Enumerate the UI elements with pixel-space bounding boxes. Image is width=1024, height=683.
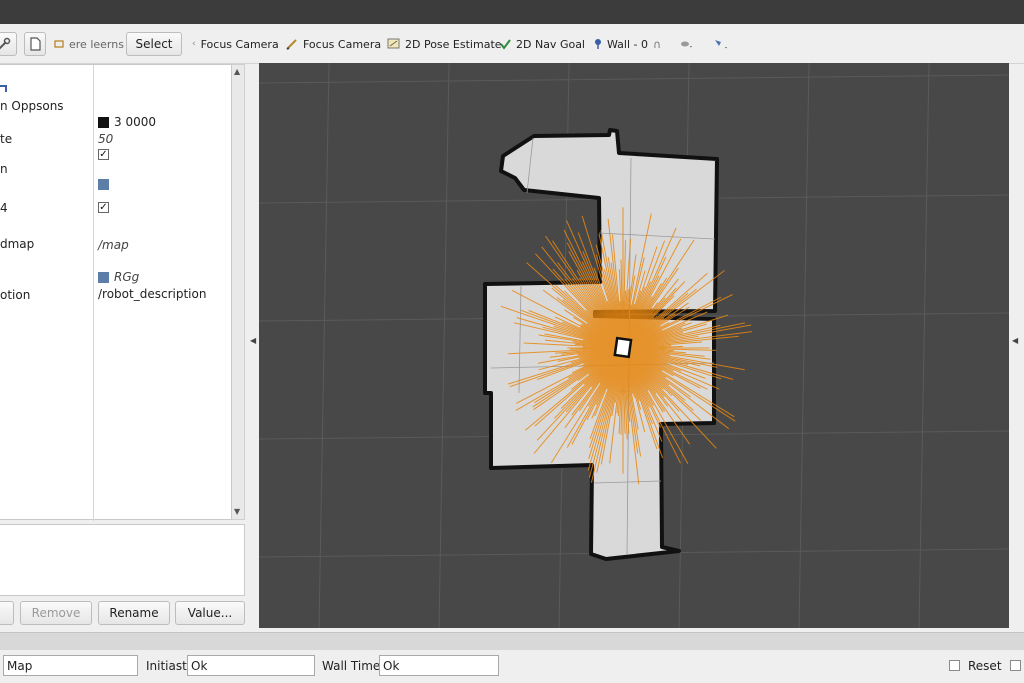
focus-camera-label-1: Focus Camera: [200, 37, 279, 51]
property-name-2: te: [0, 132, 13, 146]
property-tree: n Oppsons 3 0000 te 50 n ✓ 4 ✓ dmap /map…: [0, 64, 232, 521]
focus-camera-tool-2[interactable]: Focus Camera: [286, 32, 381, 56]
reset-button[interactable]: Reset: [968, 659, 1002, 673]
nav-goal-label: 2D Nav Goal: [516, 37, 585, 51]
property-name-5: 4: [0, 201, 8, 215]
tool-dropdown-2[interactable]: [713, 32, 729, 56]
nav-goal-icon: [500, 38, 511, 50]
property-value-color[interactable]: 3 0000: [98, 115, 156, 129]
render-viewport[interactable]: [259, 63, 1009, 628]
color-swatch: [98, 116, 109, 128]
wall-time-field[interactable]: Ok: [379, 655, 499, 676]
extra-checkbox[interactable]: [1010, 660, 1021, 671]
displays-panel: n Oppsons 3 0000 te 50 n ✓ 4 ✓ dmap /map…: [0, 64, 250, 630]
arc-icon: ∩: [653, 37, 662, 51]
property-value-color-2[interactable]: [98, 179, 109, 190]
interact-icon: [54, 40, 64, 48]
property-value-6[interactable]: /map: [98, 238, 129, 252]
document-tool[interactable]: [24, 32, 46, 56]
wrench-icon: [0, 37, 11, 50]
shape-icon: [715, 40, 727, 49]
property-value-2[interactable]: 50: [98, 132, 113, 146]
property-scrollbar[interactable]: ▲ ▼: [232, 64, 245, 520]
scroll-down-icon[interactable]: ▼: [234, 507, 240, 516]
description-box: [0, 524, 245, 596]
move-camera-tool[interactable]: [0, 32, 17, 56]
property-name-3: n: [0, 162, 8, 176]
checkbox-checked[interactable]: ✓: [98, 149, 109, 160]
experimental-checkbox[interactable]: [949, 660, 960, 671]
document-icon: [30, 37, 41, 51]
tree-branch-icon: [0, 85, 7, 92]
chevron-left-icon: ‹: [192, 39, 196, 49]
property-value-7[interactable]: RGg: [98, 270, 139, 284]
pose-estimate-label: 2D Pose Estimate: [405, 37, 502, 51]
select-label: Select: [135, 37, 173, 51]
scroll-up-icon[interactable]: ▲: [234, 67, 240, 76]
initiast-field[interactable]: Ok: [187, 655, 315, 676]
pencil-icon: [286, 39, 297, 50]
pin-icon: [595, 39, 601, 49]
value-button[interactable]: Value...: [175, 601, 245, 625]
property-value-8[interactable]: /robot_description: [98, 287, 206, 301]
initiast-label: Initiast:: [146, 659, 191, 673]
time-panel-handle[interactable]: [0, 632, 1024, 650]
collapse-left-icon[interactable]: ◀: [250, 336, 256, 345]
property-checkbox-5[interactable]: ✓: [98, 202, 109, 213]
property-checkbox-3[interactable]: ✓: [98, 149, 109, 160]
window-titlebar: [0, 0, 1024, 24]
color-swatch-blue: [98, 179, 109, 190]
add-button[interactable]: [0, 601, 14, 625]
focus-camera-tool-1[interactable]: ‹ Focus Camera: [192, 32, 279, 56]
focus-camera-label-2: Focus Camera: [303, 37, 382, 51]
remove-button[interactable]: Remove: [20, 601, 92, 625]
checkbox-checked[interactable]: ✓: [98, 202, 109, 213]
map-scene[interactable]: [259, 63, 1009, 628]
toolbar: ere leerns Select ‹ Focus Camera Focus C…: [0, 24, 1024, 64]
fixed-frame-field[interactable]: Map: [3, 655, 138, 676]
collapse-right-icon[interactable]: ◀: [1012, 336, 1018, 345]
property-name-0: n Oppsons: [0, 99, 64, 113]
wall-label: Wall - 0: [607, 37, 648, 51]
color-swatch-blue-2: [98, 271, 109, 283]
eraser-icon: [681, 41, 692, 48]
select-button[interactable]: Select: [126, 32, 182, 56]
nav-goal-tool[interactable]: 2D Nav Goal: [500, 32, 585, 56]
interact-label: ere leerns: [69, 37, 124, 51]
column-divider[interactable]: [93, 65, 94, 521]
interact-tool[interactable]: ere leerns: [54, 32, 124, 56]
status-bar: Map Initiast: Ok Wall Time: Ok Reset: [0, 650, 1024, 683]
wall-tool[interactable]: Wall - 0 ∩: [594, 32, 661, 56]
rename-button[interactable]: Rename: [98, 601, 170, 625]
pose-estimate-icon: [387, 38, 400, 49]
property-name-6: dmap: [0, 237, 35, 251]
tool-dropdown-1[interactable]: [679, 32, 693, 56]
pose-estimate-tool[interactable]: 2D Pose Estimate: [387, 32, 502, 56]
wall-time-label: Wall Time:: [322, 659, 385, 673]
robot-marker: [613, 336, 633, 359]
property-name-8: otion: [0, 288, 31, 302]
